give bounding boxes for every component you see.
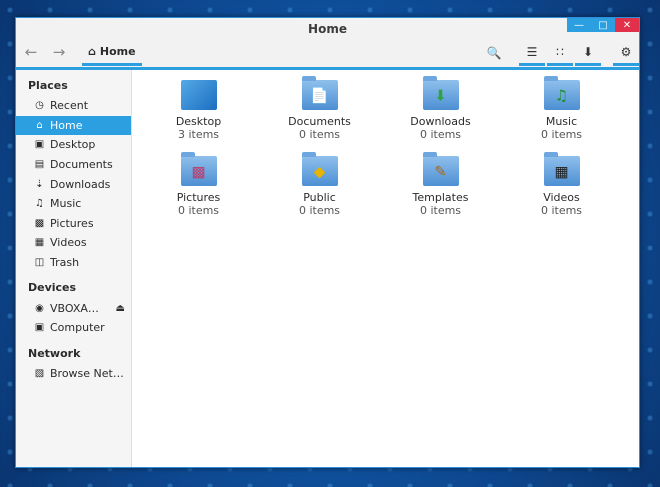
- folder-name: Videos: [543, 191, 580, 204]
- folder-music[interactable]: ♫ Music 0 items: [501, 76, 622, 150]
- sidebar-item-vboxa[interactable]: ◉ VBOXA… ⏏: [16, 298, 131, 318]
- network-icon: ▧: [34, 367, 45, 379]
- minimize-button[interactable]: —: [567, 18, 591, 32]
- search-button[interactable]: 🔍: [481, 40, 507, 66]
- folder-item-count: 0 items: [540, 204, 583, 217]
- folder-name: Downloads: [410, 115, 471, 128]
- folder-name: Public: [303, 191, 336, 204]
- sidebar-item-label: Computer: [50, 321, 105, 335]
- sidebar-heading-network: Network: [28, 346, 81, 360]
- sidebar-item-label: Desktop: [50, 138, 96, 152]
- sidebar-item-label: Videos: [50, 236, 87, 250]
- header-bar: Home — □ ✕ ← → ⌂ Home 🔍 ☰ ∷ ⬇ ⚙: [16, 18, 639, 70]
- folder-item-count: 0 items: [298, 128, 341, 141]
- sidebar-item-label: Documents: [50, 158, 113, 172]
- sidebar-item-music[interactable]: ♫ Music: [16, 194, 131, 214]
- sidebar-item-label: Home: [50, 118, 83, 132]
- folder-item-count: 0 items: [177, 204, 220, 217]
- folder-templates[interactable]: ✎ Templates 0 items: [380, 152, 501, 226]
- sidebar-item-label: Trash: [50, 256, 80, 270]
- trash-icon: ◫: [34, 257, 45, 269]
- clock-icon: ◷: [35, 100, 44, 112]
- document-icon: ▤: [34, 159, 45, 171]
- sidebar-item-videos[interactable]: ▦ Videos: [16, 233, 131, 253]
- sidebar-item-recent[interactable]: ◷ Recent: [16, 96, 131, 116]
- grid-view-button[interactable]: ∷: [547, 40, 573, 66]
- back-button[interactable]: ←: [22, 43, 40, 61]
- folder-name: Music: [545, 115, 578, 128]
- sidebar-heading-places: Places: [28, 79, 68, 92]
- list-icon: ☰: [526, 44, 538, 59]
- search-icon: 🔍: [486, 46, 502, 60]
- file-grid: Desktop 3 items 📄 Documents 0 items ⬇ Do…: [134, 76, 639, 226]
- path-bar-home-button[interactable]: ⌂ Home: [82, 40, 142, 66]
- picture-icon: ▩: [34, 217, 45, 229]
- sidebar-heading-devices: Devices: [28, 281, 77, 295]
- folder-public[interactable]: ◆ Public 0 items: [259, 152, 380, 226]
- templates-folder-icon: ✎: [422, 152, 459, 186]
- folder-item-count: 3 items: [177, 128, 220, 141]
- folder-name: Desktop: [175, 115, 222, 128]
- sidebar-item-trash[interactable]: ◫ Trash: [16, 253, 131, 273]
- sidebar-item-label: Downloads: [50, 177, 111, 191]
- computer-icon: ▣: [34, 322, 45, 334]
- pictures-folder-icon: ▩: [180, 152, 217, 186]
- sidebar-item-label: Pictures: [50, 216, 94, 230]
- folder-name: Pictures: [176, 191, 221, 204]
- arrow-right-icon: →: [52, 43, 66, 61]
- arrow-down-icon: ⬇: [582, 44, 594, 59]
- desktop-icon: ▣: [34, 139, 45, 151]
- sidebar-item-label: VBOXA…: [50, 301, 99, 315]
- public-folder-icon: ◆: [301, 152, 338, 186]
- music-icon: ♫: [35, 198, 44, 210]
- folder-item-count: 0 items: [298, 204, 341, 217]
- forward-button[interactable]: →: [50, 43, 68, 61]
- eject-icon[interactable]: ⏏: [116, 303, 125, 314]
- desktop-folder-icon: [180, 80, 217, 110]
- sidebar: Places ◷ Recent ⌂ Home ▣ Desktop ▤ Documents…: [16, 70, 132, 467]
- close-button[interactable]: ✕: [615, 18, 639, 32]
- sort-menu-button[interactable]: ⬇: [575, 40, 601, 66]
- maximize-button[interactable]: □: [591, 18, 615, 32]
- folder-documents[interactable]: 📄 Documents 0 items: [259, 76, 380, 150]
- grid-icon: ∷: [556, 44, 564, 59]
- downloads-folder-icon: ⬇: [422, 76, 459, 110]
- sidebar-item-label: Browse Net…: [50, 366, 124, 380]
- documents-folder-icon: 📄: [301, 76, 338, 110]
- folder-videos[interactable]: ▦ Videos 0 items: [501, 152, 622, 226]
- videos-folder-icon: ▦: [543, 152, 580, 186]
- sidebar-item-pictures[interactable]: ▩ Pictures: [16, 214, 131, 234]
- disc-icon: ◉: [35, 302, 44, 314]
- gear-icon: ⚙: [620, 44, 632, 59]
- list-view-button[interactable]: ☰: [519, 40, 545, 66]
- music-folder-icon: ♫: [543, 76, 580, 110]
- window-title: Home: [308, 22, 347, 36]
- sidebar-item-home[interactable]: ⌂ Home: [16, 115, 131, 136]
- sidebar-item-desktop[interactable]: ▣ Desktop: [16, 135, 131, 155]
- path-bar-label: Home: [99, 45, 136, 58]
- file-manager-window: Home — □ ✕ ← → ⌂ Home 🔍 ☰ ∷ ⬇ ⚙ Places ◷…: [15, 17, 640, 468]
- folder-item-count: 0 items: [540, 128, 583, 141]
- home-icon: ⌂: [88, 45, 96, 58]
- home-icon: ⌂: [36, 119, 43, 131]
- arrow-left-icon: ←: [24, 43, 38, 61]
- folder-downloads[interactable]: ⬇ Downloads 0 items: [380, 76, 501, 150]
- settings-menu-button[interactable]: ⚙: [613, 40, 639, 66]
- folder-item-count: 0 items: [419, 128, 462, 141]
- folder-item-count: 0 items: [419, 204, 462, 217]
- folder-name: Documents: [288, 115, 351, 128]
- folder-desktop[interactable]: Desktop 3 items: [138, 76, 259, 150]
- folder-name: Templates: [412, 191, 469, 204]
- sidebar-item-downloads[interactable]: ⇣ Downloads: [16, 174, 131, 194]
- sidebar-item-browse-network[interactable]: ▧ Browse Net…: [16, 364, 131, 384]
- sidebar-item-computer[interactable]: ▣ Computer: [16, 318, 131, 338]
- film-icon: ▦: [34, 237, 45, 249]
- folder-pictures[interactable]: ▩ Pictures 0 items: [138, 152, 259, 226]
- download-icon: ⇣: [35, 178, 44, 190]
- sidebar-item-label: Music: [50, 197, 82, 211]
- sidebar-item-label: Recent: [50, 99, 89, 113]
- window-controls: — □ ✕: [567, 18, 639, 32]
- sidebar-item-documents[interactable]: ▤ Documents: [16, 155, 131, 175]
